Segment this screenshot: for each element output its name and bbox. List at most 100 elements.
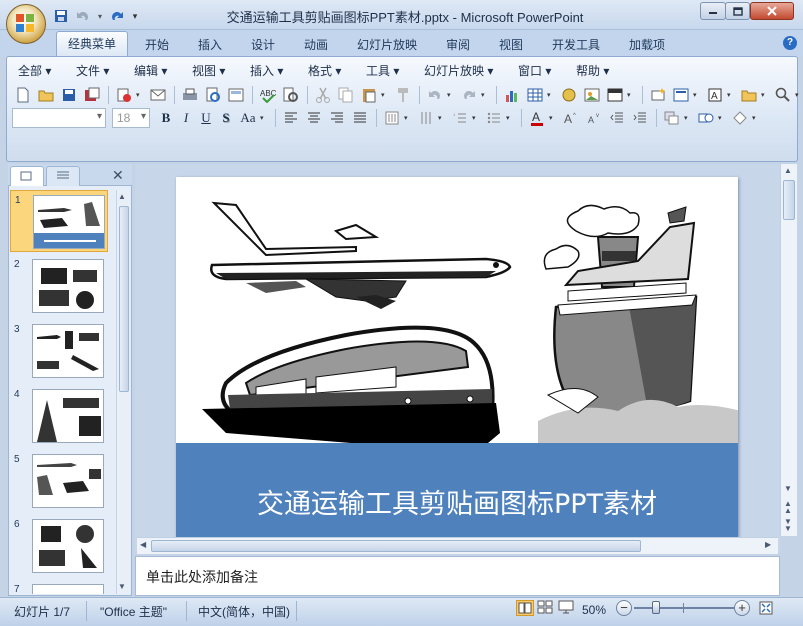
office-button[interactable] xyxy=(6,4,46,44)
text-direction-icon[interactable] xyxy=(381,108,402,129)
slide-layout-dropdown-icon[interactable]: ▾ xyxy=(693,91,700,99)
scroll-down-icon[interactable]: ▼ xyxy=(118,582,126,591)
slide-sorter-view-icon[interactable] xyxy=(537,600,555,616)
font-size-combo[interactable]: 18 xyxy=(112,108,150,128)
menu-edit[interactable]: 编辑 ▾ xyxy=(134,62,167,79)
scrollbar-thumb[interactable] xyxy=(119,206,129,392)
shape-fill-dropdown-icon[interactable]: ▾ xyxy=(752,114,759,122)
previous-slide-icon[interactable]: ▲ ▲ xyxy=(784,500,792,515)
permission-icon[interactable] xyxy=(113,85,134,106)
notes-pane[interactable]: 单击此处添加备注 xyxy=(135,556,780,596)
slide-thumbnail-6[interactable]: 6 xyxy=(10,515,108,577)
tab-slides-view[interactable] xyxy=(10,166,44,186)
header-footer-dropdown-icon[interactable]: ▾ xyxy=(627,91,634,99)
arrange-dropdown-icon[interactable]: ▾ xyxy=(684,114,691,122)
align-left-icon[interactable] xyxy=(280,108,301,129)
copy-icon[interactable] xyxy=(335,85,356,106)
insert-table-icon[interactable] xyxy=(524,85,545,106)
change-case-dropdown-icon[interactable]: ▾ xyxy=(260,114,267,122)
shadow-button[interactable]: S xyxy=(216,108,236,128)
numbering-icon[interactable]: 1 xyxy=(449,108,470,129)
help-icon[interactable]: ? xyxy=(783,36,797,50)
find-dropdown-icon[interactable]: ▾ xyxy=(795,91,802,99)
menu-help[interactable]: 帮助 ▾ xyxy=(576,62,609,79)
decrease-indent-icon[interactable] xyxy=(606,108,627,129)
font-color-icon[interactable]: A xyxy=(526,108,547,129)
permission-dropdown-icon[interactable]: ▾ xyxy=(136,91,143,99)
columns-icon[interactable] xyxy=(415,108,436,129)
insert-chart-icon[interactable] xyxy=(501,85,522,106)
zoom-level[interactable]: 50% xyxy=(582,603,606,617)
slides-pane-scrollbar[interactable]: ▲ ▼ xyxy=(116,190,130,594)
shapes-dropdown-icon[interactable]: ▾ xyxy=(718,114,725,122)
open-folder-2-icon[interactable] xyxy=(738,85,759,106)
increase-indent-icon[interactable] xyxy=(629,108,650,129)
menu-slideshow[interactable]: 幻灯片放映 ▾ xyxy=(424,62,493,79)
header-footer-icon[interactable] xyxy=(604,85,625,106)
arrange-icon[interactable] xyxy=(661,108,682,129)
undo-icon[interactable] xyxy=(74,7,92,25)
customize-icon[interactable]: ▾ xyxy=(130,7,140,25)
paste-dropdown-icon[interactable]: ▾ xyxy=(381,91,388,99)
slide-layout-icon[interactable] xyxy=(670,85,691,106)
folder-dropdown-icon[interactable]: ▾ xyxy=(761,91,768,99)
slide-thumbnail-3[interactable]: 3 xyxy=(10,320,108,382)
close-button[interactable] xyxy=(750,2,794,20)
bullets-icon[interactable] xyxy=(483,108,504,129)
minimize-button[interactable] xyxy=(700,2,726,20)
cut-icon[interactable] xyxy=(312,85,333,106)
menu-file[interactable]: 文件 ▾ xyxy=(76,62,109,79)
undo-toolbar-icon[interactable] xyxy=(424,85,445,106)
tab-outline-view[interactable] xyxy=(46,166,80,186)
tab-classic-menu[interactable]: 经典菜单 xyxy=(56,31,129,56)
scroll-right-icon[interactable]: ▶ xyxy=(765,540,771,549)
grow-font-icon[interactable]: A ^ xyxy=(560,108,581,129)
slide-thumbnail-4[interactable]: 4 xyxy=(10,385,108,447)
print-icon[interactable] xyxy=(179,85,200,106)
format-painter-icon[interactable] xyxy=(392,85,413,106)
save-icon[interactable] xyxy=(52,7,70,25)
menu-window[interactable]: 窗口 ▾ xyxy=(518,62,551,79)
zoom-in-icon[interactable]: + xyxy=(734,600,750,616)
redo-list-icon[interactable]: ▾ xyxy=(481,91,488,99)
menu-all[interactable]: 全部 ▾ xyxy=(18,62,51,79)
undo-list-icon[interactable]: ▾ xyxy=(447,91,454,99)
redo-toolbar-icon[interactable] xyxy=(458,85,479,106)
hscrollbar-thumb[interactable] xyxy=(151,540,641,552)
tab-home[interactable]: 开始 xyxy=(134,33,180,55)
normal-view-icon[interactable] xyxy=(516,600,534,616)
text-box-icon[interactable]: A xyxy=(704,85,725,106)
menu-insert[interactable]: 插入 ▾ xyxy=(250,62,283,79)
scroll-up-icon[interactable]: ▲ xyxy=(118,192,126,201)
next-slide-icon[interactable]: ▼ ▼ xyxy=(784,518,792,533)
save-as-icon[interactable] xyxy=(81,85,102,106)
slide-vertical-scrollbar[interactable]: ▲ ▼ ▲ ▲ ▼ ▼ xyxy=(780,164,797,536)
text-box-dropdown-icon[interactable]: ▾ xyxy=(727,91,734,99)
italic-button[interactable]: I xyxy=(176,108,196,128)
tab-addins[interactable]: 加载项 xyxy=(618,33,676,55)
font-color-dropdown-icon[interactable]: ▾ xyxy=(549,114,556,122)
align-center-icon[interactable] xyxy=(303,108,324,129)
menu-view[interactable]: 视图 ▾ xyxy=(192,62,225,79)
redo-icon[interactable] xyxy=(108,7,126,25)
bold-button[interactable]: B xyxy=(156,108,176,128)
tab-animation[interactable]: 动画 xyxy=(293,33,339,55)
tab-insert[interactable]: 插入 xyxy=(187,33,233,55)
slide-thumbnail-1[interactable]: 1 xyxy=(10,190,108,252)
scroll-down-icon[interactable]: ▼ xyxy=(784,484,792,493)
restore-button[interactable] xyxy=(725,2,750,20)
slide-canvas[interactable]: 交通运输工具剪贴画图标PPT素材 xyxy=(176,177,738,537)
scroll-up-icon[interactable]: ▲ xyxy=(784,166,792,175)
print-preview-icon[interactable] xyxy=(202,85,223,106)
slide-title[interactable]: 交通运输工具剪贴画图标PPT素材 xyxy=(176,482,738,521)
justify-icon[interactable] xyxy=(349,108,370,129)
scrollbar-thumb[interactable] xyxy=(783,180,795,220)
zoom-out-icon[interactable]: − xyxy=(616,600,632,616)
slideshow-view-icon[interactable] xyxy=(558,600,576,616)
language-status[interactable]: 中文(简体，中国) xyxy=(198,603,290,620)
columns-dropdown-icon[interactable]: ▾ xyxy=(438,114,445,122)
slide-thumbnail-5[interactable]: 5 xyxy=(10,450,108,512)
fit-to-window-icon[interactable] xyxy=(758,600,774,616)
tab-view[interactable]: 视图 xyxy=(488,33,534,55)
align-right-icon[interactable] xyxy=(326,108,347,129)
